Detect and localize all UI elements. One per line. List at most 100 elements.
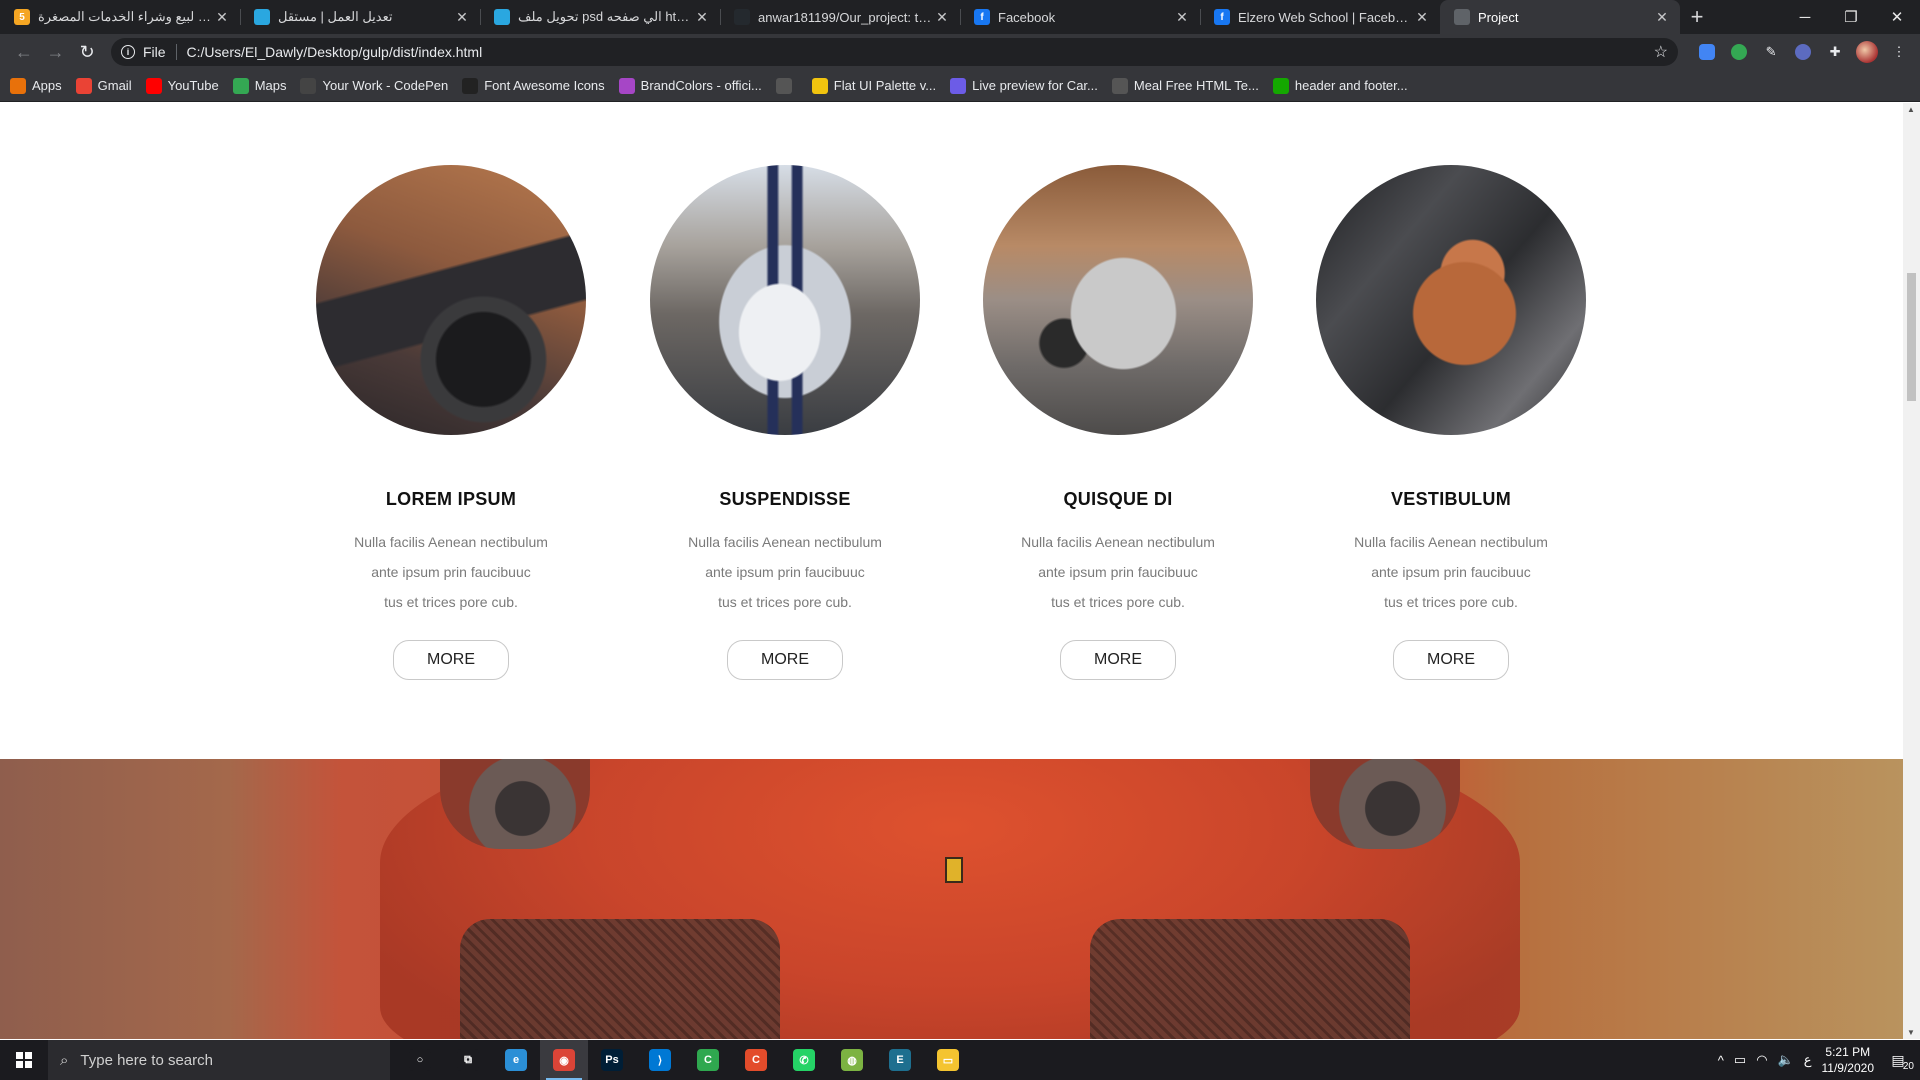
scroll-down-icon[interactable]: ▼ (1907, 1028, 1915, 1037)
bookmark-item[interactable] (775, 77, 798, 94)
bookmark-item[interactable]: Flat UI Palette v... (811, 77, 936, 94)
bookmark-item[interactable]: YouTube (145, 77, 219, 94)
bookmark-item[interactable]: Your Work - CodePen (300, 77, 449, 94)
taskbar-cortana-icon[interactable]: ○ (396, 1040, 444, 1080)
feature-text-line: ante ipsum prin faucibuuc (371, 564, 531, 580)
clock[interactable]: 5:21 PM 11/9/2020 (1822, 1044, 1875, 1076)
profile-avatar[interactable] (1854, 39, 1880, 65)
bookmark-favicon-icon (775, 77, 792, 94)
bookmark-item[interactable]: Maps (232, 77, 286, 94)
feature-title: QUISQUE DI (1063, 489, 1173, 509)
bookmark-item[interactable]: Font Awesome Icons (462, 77, 605, 94)
taskbar-whatsapp-icon[interactable]: ✆ (780, 1040, 828, 1080)
tab-close-icon[interactable]: ✕ (1414, 9, 1430, 25)
tab-title: تحويل ملف psd الي صفحه html | (518, 9, 694, 24)
green-extension-icon[interactable] (1726, 39, 1752, 65)
taskbar-file-explorer-icon[interactable]: ▭ (924, 1040, 972, 1080)
notifications-icon[interactable]: ▤ 20 (1884, 1046, 1914, 1074)
close-window-button[interactable]: ✕ (1874, 0, 1920, 34)
taskbar-editor-icon[interactable]: E (876, 1040, 924, 1080)
taskbar-chrome-icon[interactable]: ◉ (540, 1040, 588, 1080)
taskbar-photoshop-icon[interactable]: Ps (588, 1040, 636, 1080)
feature-text: Nulla facilis Aenean nectibulum ante ips… (650, 527, 920, 617)
notification-count: 20 (1902, 1061, 1914, 1072)
wifi-icon[interactable]: ◠ (1756, 1052, 1767, 1068)
taskbar-android-icon[interactable]: ◍ (828, 1040, 876, 1080)
volume-icon[interactable]: 🔈 (1778, 1052, 1794, 1068)
whatsapp-icon: ✆ (793, 1049, 815, 1071)
translate-extension-icon[interactable] (1694, 39, 1720, 65)
taskbar-edge-icon[interactable]: e (492, 1040, 540, 1080)
feature-text-line: Nulla facilis Aenean nectibulum (354, 534, 548, 550)
blue-extension-icon[interactable] (1790, 39, 1816, 65)
features-section: LOREM IPSUM Nulla facilis Aenean nectibu… (0, 103, 1903, 759)
ferrari-badge-icon (945, 857, 963, 883)
edge-icon: e (505, 1049, 527, 1071)
forward-button[interactable]: → (40, 36, 72, 68)
taskbar-camtasia-icon[interactable]: C (684, 1040, 732, 1080)
tab-title: anwar181199/Our_project: this p (758, 9, 934, 25)
tab-close-icon[interactable]: ✕ (1174, 9, 1190, 25)
bookmark-label: Your Work - CodePen (322, 78, 449, 93)
tab[interactable]: تعديل العمل | مستقل ✕ (240, 0, 480, 34)
tab[interactable]: تحويل ملف psd الي صفحه html | ✕ (480, 0, 720, 34)
feature-image-supercar-rear (316, 165, 586, 435)
tab-active[interactable]: Project ✕ (1440, 0, 1680, 34)
start-button[interactable] (0, 1040, 48, 1080)
bookmark-label: Live preview for Car... (972, 78, 1098, 93)
back-button[interactable]: ← (8, 36, 40, 68)
tab[interactable]: f Elzero Web School | Facebook ✕ (1200, 0, 1440, 34)
address-bar[interactable]: i File C:/Users/El_Dawly/Desktop/gulp/di… (110, 38, 1679, 66)
menu-kebab-icon[interactable]: ⋮ (1886, 39, 1912, 65)
info-icon[interactable]: i (120, 45, 135, 59)
taskbar-vscode-icon[interactable]: ⟩ (636, 1040, 684, 1080)
bookmark-item[interactable]: Apps (10, 77, 62, 94)
bookmark-item[interactable]: BrandColors - offici... (618, 77, 762, 94)
bookmark-item[interactable]: header and footer... (1272, 77, 1408, 94)
tab[interactable]: 5 خمسات - لبيع وشراء الخدمات المصغرة✕ (0, 0, 240, 34)
tab-close-icon[interactable]: ✕ (934, 9, 950, 25)
restore-button[interactable]: ❐ (1828, 0, 1874, 34)
right-grille (1090, 919, 1410, 1039)
tab-close-icon[interactable]: ✕ (1654, 9, 1670, 25)
more-button[interactable]: MORE (393, 640, 509, 680)
taskbar-camtasia-recorder-icon[interactable]: C (732, 1040, 780, 1080)
more-button[interactable]: MORE (1393, 640, 1509, 680)
taskbar-task-view-icon[interactable]: ⧉ (444, 1040, 492, 1080)
feature-text-line: Nulla facilis Aenean nectibulum (688, 534, 882, 550)
feature-card: LOREM IPSUM Nulla facilis Aenean nectibu… (316, 165, 586, 680)
page-viewport: LOREM IPSUM Nulla facilis Aenean nectibu… (0, 103, 1920, 1039)
feature-text-line: ante ipsum prin faucibuuc (705, 564, 865, 580)
bookmark-item[interactable]: Gmail (75, 77, 132, 94)
tab-close-icon[interactable]: ✕ (694, 9, 710, 25)
bookmark-item[interactable]: Meal Free HTML Te... (1111, 77, 1259, 94)
tab-close-icon[interactable]: ✕ (454, 9, 470, 25)
vertical-scrollbar[interactable]: ▲ ▼ (1903, 103, 1920, 1039)
more-button[interactable]: MORE (1060, 640, 1176, 680)
tab-favicon-icon (254, 9, 270, 25)
taskbar-search[interactable]: ⌕ Type here to search (48, 1040, 390, 1080)
input-language[interactable]: ع (1804, 1052, 1812, 1068)
bookmark-label: Meal Free HTML Te... (1133, 78, 1259, 93)
window-controls: ─ ❐ ✕ (1782, 0, 1920, 34)
scroll-thumb[interactable] (1907, 273, 1916, 401)
feature-card: QUISQUE DI Nulla facilis Aenean nectibul… (983, 165, 1253, 680)
minimize-button[interactable]: ─ (1782, 0, 1828, 34)
more-button[interactable]: MORE (727, 640, 843, 680)
new-tab-button[interactable]: + (1680, 0, 1714, 34)
reload-button[interactable]: ↻ (71, 36, 103, 68)
tab-favicon-icon: f (1214, 9, 1230, 25)
tab[interactable]: anwar181199/Our_project: this p ✕ (720, 0, 960, 34)
scroll-up-icon[interactable]: ▲ (1907, 105, 1915, 114)
bookmark-star-icon[interactable]: ☆ (1654, 42, 1668, 62)
url-text[interactable]: C:/Users/El_Dawly/Desktop/gulp/dist/inde… (187, 44, 1654, 60)
battery-icon[interactable]: ▭ (1734, 1052, 1746, 1068)
taskbar-apps: ○ ⧉ e ◉ Ps ⟩ C C ✆ ◍ E ▭ (396, 1040, 972, 1080)
tab[interactable]: f Facebook ✕ (960, 0, 1200, 34)
windows-taskbar: ⌕ Type here to search ○ ⧉ e ◉ Ps ⟩ C C ✆ ◍ E ▭ ^ ▭ … (0, 1040, 1920, 1080)
puzzle-extensions-icon[interactable]: ✚ (1822, 39, 1848, 65)
show-hidden-icons-icon[interactable]: ^ (1718, 1053, 1724, 1068)
bookmark-item[interactable]: Live preview for Car... (950, 77, 1098, 94)
color-picker-extension-icon[interactable]: ✎ (1758, 39, 1784, 65)
tab-close-icon[interactable]: ✕ (214, 9, 230, 25)
